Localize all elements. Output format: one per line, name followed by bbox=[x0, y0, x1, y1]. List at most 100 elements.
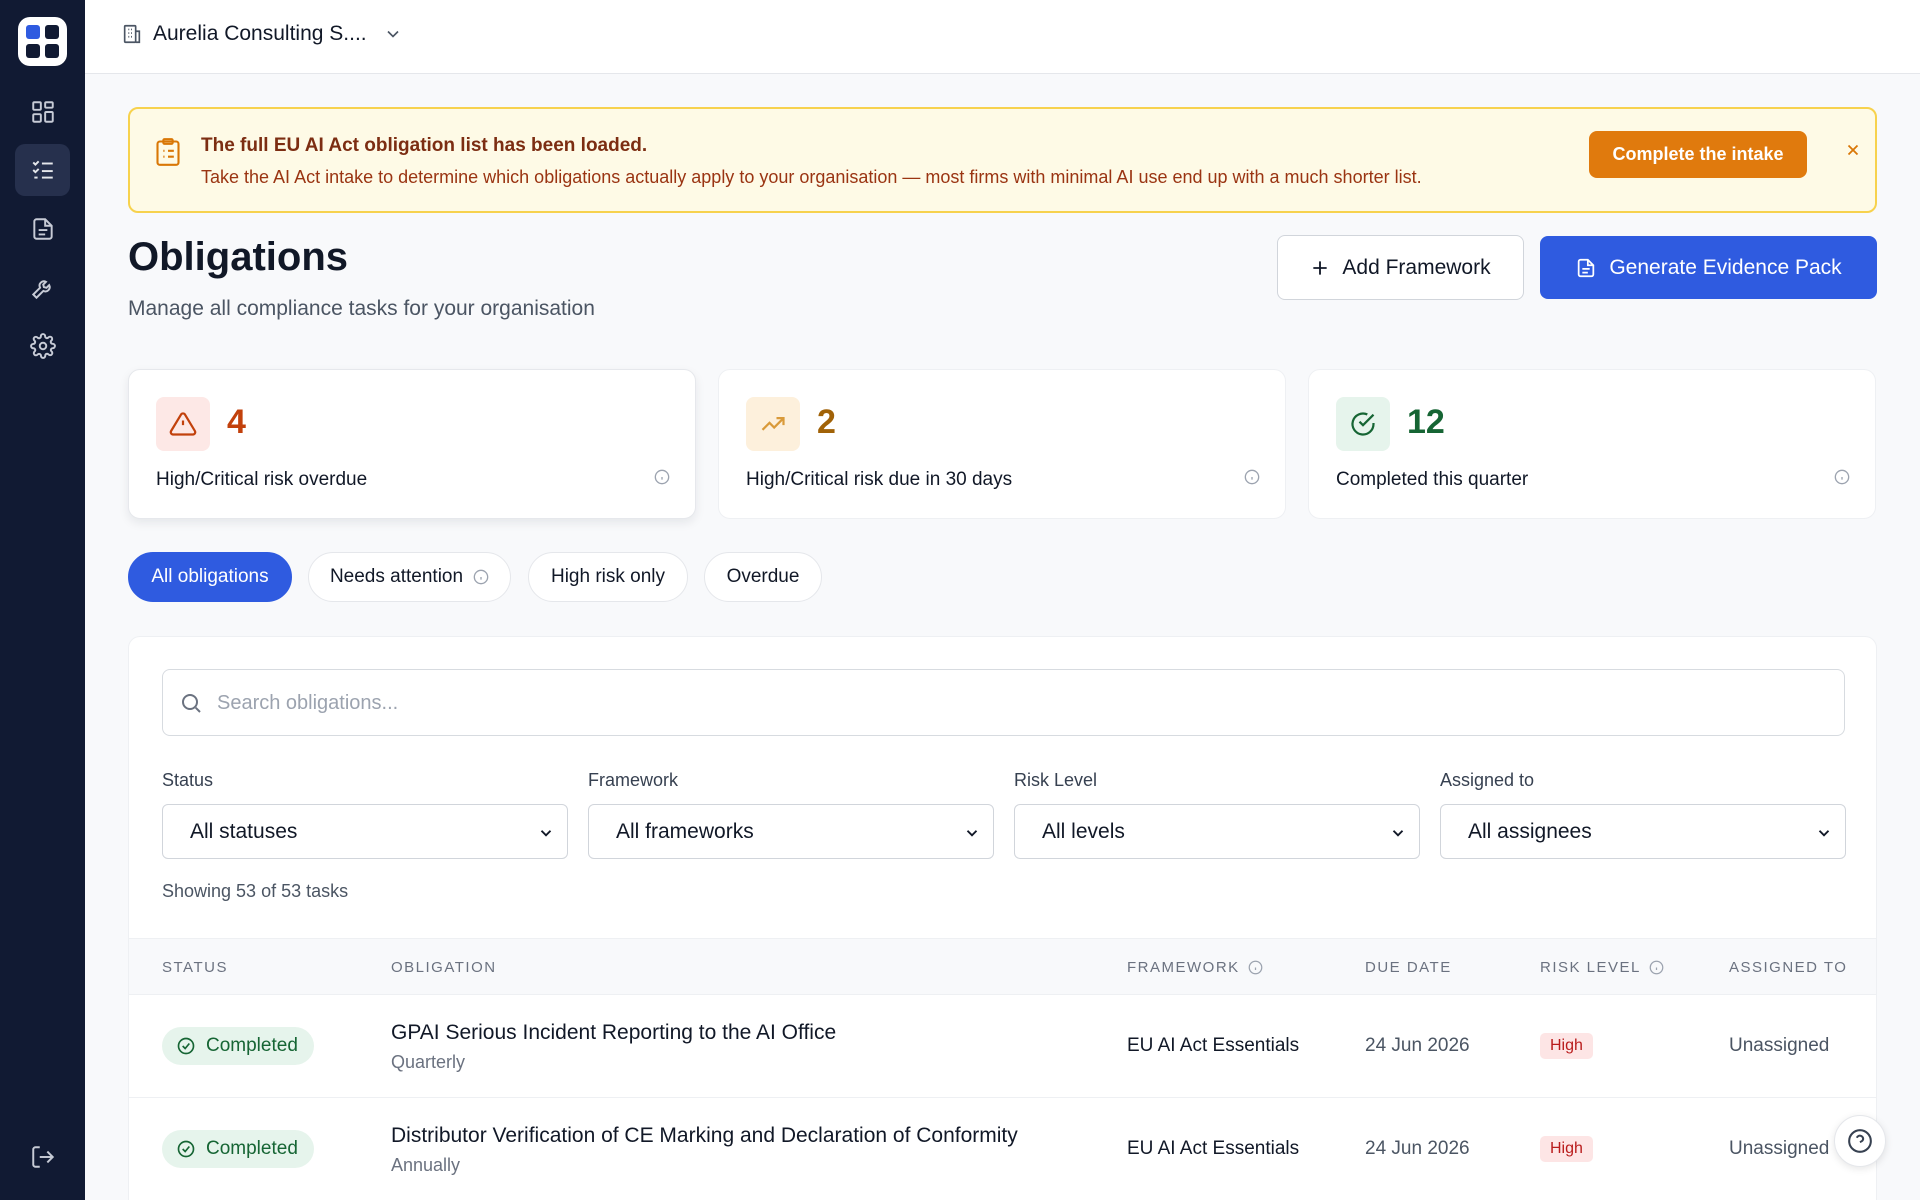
assignee-cell[interactable]: Unassigned bbox=[1729, 1138, 1829, 1160]
obligation-title[interactable]: GPAI Serious Incident Reporting to the A… bbox=[391, 1021, 836, 1045]
topbar: Aurelia Consulting S.... bbox=[85, 0, 1920, 74]
generate-evidence-pack-button[interactable]: Generate Evidence Pack bbox=[1540, 236, 1877, 299]
obligation-frequency: Annually bbox=[391, 1155, 461, 1175]
status-select[interactable]: All statuses bbox=[162, 804, 568, 859]
generate-evidence-pack-label: Generate Evidence Pack bbox=[1609, 255, 1842, 279]
table-row[interactable]: Completed GPAI Serious Incident Reportin… bbox=[129, 995, 1876, 1098]
stat-card-due-soon[interactable]: 2 High/Critical risk due in 30 days bbox=[718, 369, 1286, 519]
clipboard-icon bbox=[156, 138, 180, 166]
obligation-title[interactable]: Distributor Verification of CE Marking a… bbox=[391, 1124, 1018, 1148]
check-circle-icon bbox=[177, 1140, 195, 1158]
assignee-select[interactable]: All assignees bbox=[1440, 804, 1846, 859]
risk-level-select[interactable]: All levels bbox=[1014, 804, 1420, 859]
table-row[interactable]: Completed Distributor Verification of CE… bbox=[129, 1098, 1876, 1200]
intake-banner: The full EU AI Act obligation list has b… bbox=[128, 107, 1877, 213]
column-label: DUE DATE bbox=[1365, 959, 1452, 976]
select-value: All statuses bbox=[190, 819, 298, 843]
complete-intake-button[interactable]: Complete the intake bbox=[1589, 131, 1807, 178]
chevron-down-icon bbox=[966, 830, 978, 837]
chevron-down-icon bbox=[387, 30, 399, 38]
info-icon bbox=[1248, 960, 1263, 975]
logout-icon bbox=[31, 1146, 54, 1168]
stat-value: 4 bbox=[227, 403, 246, 441]
document-icon bbox=[32, 218, 53, 240]
warning-icon bbox=[169, 412, 197, 436]
obligations-panel: Status Framework Risk Level Assigned to … bbox=[128, 636, 1877, 1200]
chip-label: Needs attention bbox=[329, 566, 464, 587]
nav-documents[interactable] bbox=[15, 203, 70, 255]
stat-card-overdue[interactable]: 4 High/Critical risk overdue bbox=[128, 369, 696, 519]
chip-needs-attention[interactable]: Needs attention bbox=[308, 552, 511, 602]
column-assigned-to[interactable]: ASSIGNED TO bbox=[1729, 959, 1847, 976]
stat-icon-wrap bbox=[1336, 397, 1390, 451]
filter-label-status: Status bbox=[162, 770, 214, 790]
info-icon bbox=[473, 569, 489, 585]
assignee-cell[interactable]: Unassigned bbox=[1729, 1035, 1829, 1057]
chevron-down-icon bbox=[1392, 830, 1404, 837]
document-icon bbox=[1578, 258, 1595, 277]
org-name: Aurelia Consulting S.... bbox=[153, 22, 367, 45]
info-icon bbox=[1649, 960, 1664, 975]
dashboard-icon bbox=[31, 101, 54, 123]
check-circle-icon bbox=[1351, 412, 1375, 436]
filter-label-framework: Framework bbox=[588, 770, 679, 790]
stat-icon-wrap bbox=[746, 397, 800, 451]
column-status[interactable]: STATUS bbox=[162, 959, 228, 976]
wrench-icon bbox=[31, 280, 51, 300]
page-subtitle: Manage all compliance tasks for your org… bbox=[128, 297, 595, 320]
status-label: Completed bbox=[206, 1138, 298, 1159]
results-count: Showing 53 of 53 tasks bbox=[162, 881, 349, 901]
obligation-frequency: Quarterly bbox=[391, 1052, 466, 1072]
info-icon[interactable] bbox=[1244, 469, 1260, 485]
status-badge: Completed bbox=[162, 1130, 314, 1168]
banner-close-button[interactable] bbox=[1840, 137, 1866, 163]
stat-card-completed[interactable]: 12 Completed this quarter bbox=[1308, 369, 1876, 519]
chip-high-risk-only[interactable]: High risk only bbox=[528, 552, 688, 602]
nav-obligations[interactable] bbox=[15, 144, 70, 196]
column-framework[interactable]: FRAMEWORK bbox=[1127, 959, 1263, 976]
column-due-date[interactable]: DUE DATE bbox=[1365, 959, 1452, 976]
status-label: Completed bbox=[206, 1035, 298, 1056]
nav-dashboard[interactable] bbox=[15, 86, 70, 138]
checklist-icon bbox=[32, 160, 53, 179]
nav-tools[interactable] bbox=[15, 262, 70, 314]
select-value: All levels bbox=[1042, 819, 1125, 843]
app-logo[interactable] bbox=[18, 17, 67, 66]
column-label: OBLIGATION bbox=[391, 959, 497, 976]
plus-icon bbox=[1313, 260, 1328, 275]
framework-cell: EU AI Act Essentials bbox=[1127, 1138, 1300, 1159]
column-risk-level[interactable]: RISK LEVEL bbox=[1540, 959, 1664, 976]
column-obligation[interactable]: OBLIGATION bbox=[391, 959, 497, 976]
risk-badge: High bbox=[1540, 1136, 1593, 1162]
select-value: All frameworks bbox=[616, 819, 754, 843]
nav-logout[interactable] bbox=[15, 1131, 70, 1183]
nav-settings[interactable] bbox=[15, 320, 70, 372]
building-icon bbox=[123, 24, 141, 44]
stat-value: 2 bbox=[817, 403, 836, 441]
chip-all-obligations[interactable]: All obligations bbox=[128, 552, 292, 602]
column-label: STATUS bbox=[162, 959, 228, 976]
trending-up-icon bbox=[761, 417, 785, 431]
chevron-down-icon bbox=[540, 830, 552, 837]
search-icon bbox=[182, 694, 201, 713]
org-switcher[interactable]: Aurelia Consulting S.... bbox=[121, 22, 403, 46]
help-icon bbox=[1848, 1129, 1872, 1153]
info-icon[interactable] bbox=[654, 469, 670, 485]
banner-text: Take the AI Act intake to determine whic… bbox=[201, 167, 1422, 187]
filter-label-risk: Risk Level bbox=[1014, 770, 1098, 790]
search-input[interactable] bbox=[217, 686, 1817, 720]
add-framework-button[interactable]: Add Framework bbox=[1277, 235, 1524, 300]
filter-label-assigned: Assigned to bbox=[1440, 770, 1535, 790]
info-icon[interactable] bbox=[1834, 469, 1850, 485]
due-date-cell: 24 Jun 2026 bbox=[1365, 1035, 1470, 1056]
column-label: FRAMEWORK bbox=[1127, 959, 1240, 976]
framework-select[interactable]: All frameworks bbox=[588, 804, 994, 859]
stat-icon-wrap bbox=[156, 397, 210, 451]
chevron-down-icon bbox=[1818, 830, 1830, 837]
help-button[interactable] bbox=[1834, 1115, 1886, 1167]
select-value: All assignees bbox=[1468, 819, 1592, 843]
chip-overdue[interactable]: Overdue bbox=[704, 552, 822, 602]
search-box[interactable] bbox=[162, 669, 1845, 736]
logo-square bbox=[45, 44, 59, 58]
framework-cell: EU AI Act Essentials bbox=[1127, 1035, 1300, 1056]
